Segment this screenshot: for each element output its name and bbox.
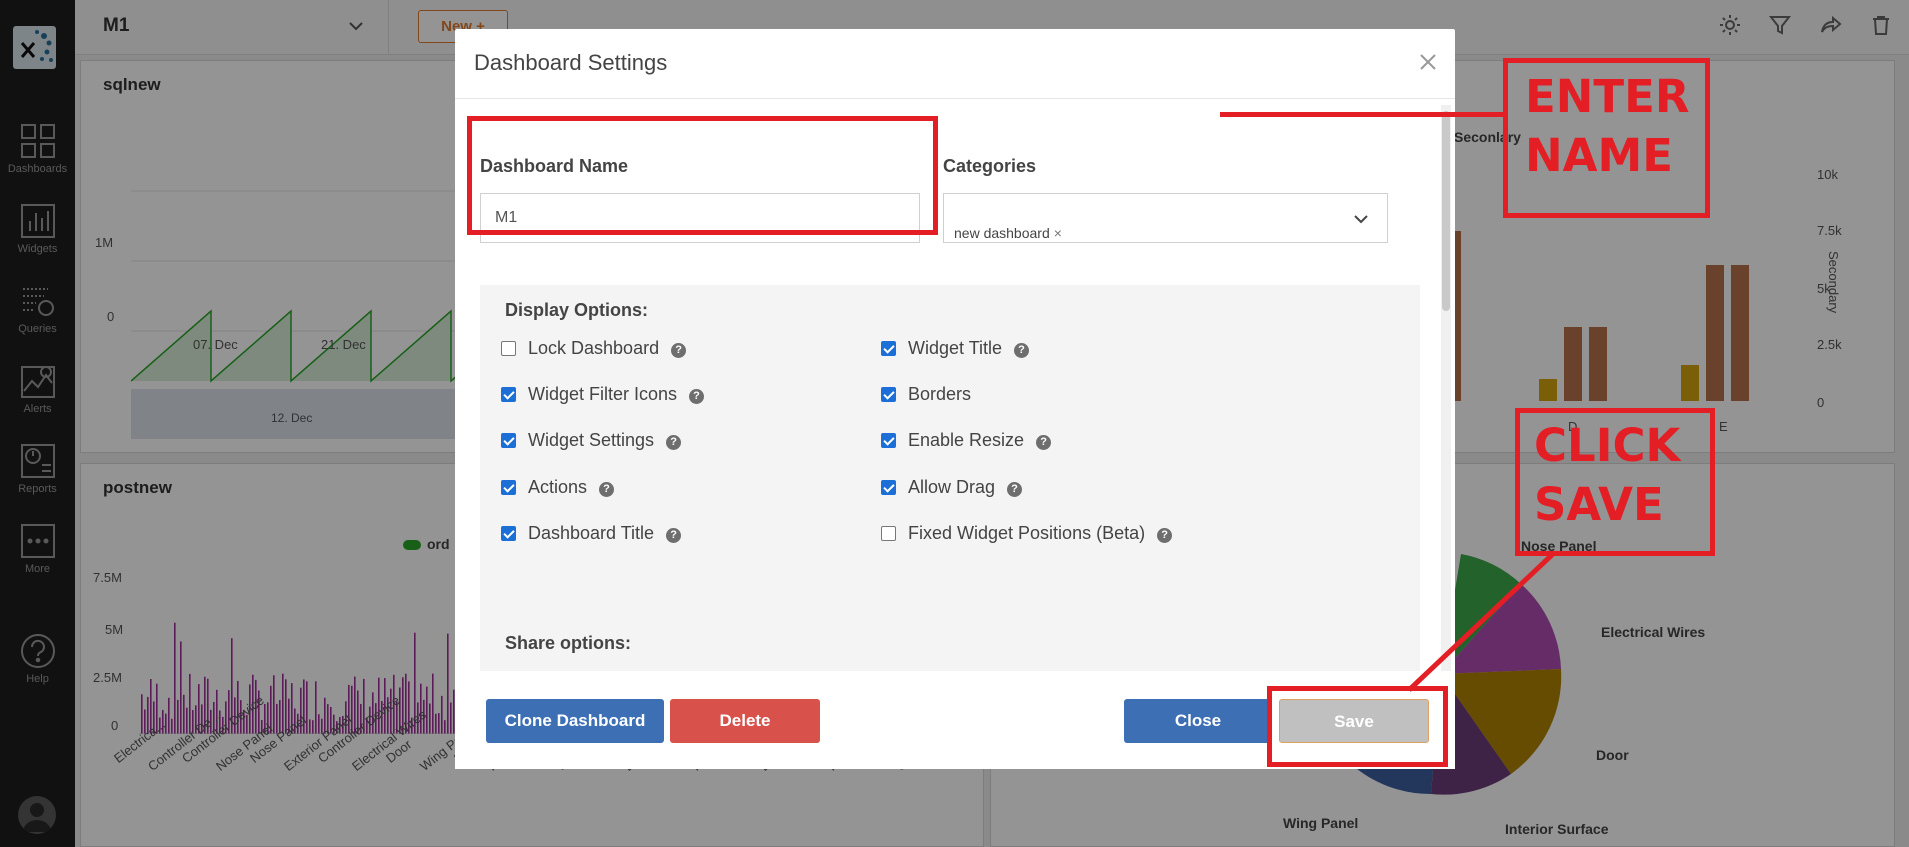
category-tag-label: new dashboard [954, 225, 1050, 241]
annotation-text: CLICK [1534, 419, 1681, 472]
annotation-text: NAME [1525, 129, 1674, 182]
close-icon [1420, 54, 1436, 70]
option-widget-settings[interactable]: Widget Settings? [501, 429, 682, 451]
categories-select[interactable]: new dashboard × [943, 193, 1388, 243]
help-icon[interactable]: ? [1014, 343, 1030, 358]
display-options-title: Display Options: [505, 300, 649, 320]
dialog-title: Dashboard Settings [474, 50, 668, 75]
dashboard-title-checkbox[interactable] [501, 526, 516, 541]
option-label: Enable Resize [908, 430, 1025, 450]
help-icon[interactable]: ? [671, 343, 687, 358]
option-label: Widget Title [908, 338, 1003, 358]
help-icon[interactable]: ? [689, 389, 705, 404]
option-actions[interactable]: Actions? [501, 476, 615, 498]
options-panel: Display Options: Lock Dashboard? Widget T… [480, 285, 1420, 671]
option-label: Fixed Widget Positions (Beta) [908, 523, 1146, 543]
annotation-click-save-box: CLICK SAVE [1515, 408, 1715, 556]
scrollbar-thumb[interactable] [1442, 111, 1450, 311]
help-icon[interactable]: ? [666, 435, 682, 450]
help-icon[interactable]: ? [1036, 435, 1052, 450]
remove-tag-icon[interactable]: × [1054, 225, 1062, 241]
annotation-save-box [1267, 686, 1448, 767]
annotation-text: ENTER [1525, 70, 1690, 123]
annotation-name-box [467, 116, 938, 235]
share-options-title: Share options: [505, 633, 632, 653]
allow-drag-checkbox[interactable] [881, 480, 896, 495]
widget-settings-checkbox[interactable] [501, 433, 516, 448]
option-dashboard-title[interactable]: Dashboard Title? [501, 522, 682, 544]
close-dialog-button[interactable] [1415, 49, 1441, 75]
option-widget-title[interactable]: Widget Title? [881, 337, 1030, 359]
help-icon[interactable]: ? [599, 482, 615, 497]
lock-dashboard-checkbox[interactable] [501, 341, 516, 356]
borders-checkbox[interactable] [881, 387, 896, 402]
chevron-down-icon [1354, 215, 1368, 224]
help-icon[interactable]: ? [666, 528, 682, 543]
annotation-text: SAVE [1534, 478, 1664, 531]
option-fixed-widget-positions-beta[interactable]: Fixed Widget Positions (Beta)? [881, 522, 1173, 544]
option-widget-filter-icons[interactable]: Widget Filter Icons? [501, 383, 705, 405]
annotation-arrow-line [1407, 550, 1557, 692]
option-label: Actions [528, 477, 588, 497]
dialog-header: Dashboard Settings [455, 29, 1455, 99]
delete-button[interactable]: Delete [670, 699, 820, 743]
help-icon[interactable]: ? [1157, 528, 1173, 543]
option-label: Borders [908, 384, 972, 404]
option-enable-resize[interactable]: Enable Resize? [881, 429, 1052, 451]
option-label: Widget Settings [528, 430, 655, 450]
help-icon[interactable]: ? [1007, 482, 1023, 497]
option-borders[interactable]: Borders [881, 383, 971, 405]
category-tag: new dashboard × [954, 209, 1062, 241]
actions-checkbox[interactable] [501, 480, 516, 495]
fixed-widget-positions-beta-checkbox[interactable] [881, 526, 896, 541]
widget-title-checkbox[interactable] [881, 341, 896, 356]
option-lock-dashboard[interactable]: Lock Dashboard? [501, 337, 687, 359]
close-button[interactable]: Close [1124, 699, 1272, 743]
categories-label: Categories [943, 156, 1037, 176]
annotation-connector [1220, 112, 1505, 117]
option-label: Lock Dashboard [528, 338, 660, 358]
clone-dashboard-button[interactable]: Clone Dashboard [486, 699, 664, 743]
option-label: Widget Filter Icons [528, 384, 678, 404]
enable-resize-checkbox[interactable] [881, 433, 896, 448]
annotation-enter-name-box: ENTER NAME [1503, 58, 1710, 218]
option-label: Dashboard Title [528, 523, 655, 543]
widget-filter-icons-checkbox[interactable] [501, 387, 516, 402]
option-allow-drag[interactable]: Allow Drag? [881, 476, 1023, 498]
option-label: Allow Drag [908, 477, 996, 497]
